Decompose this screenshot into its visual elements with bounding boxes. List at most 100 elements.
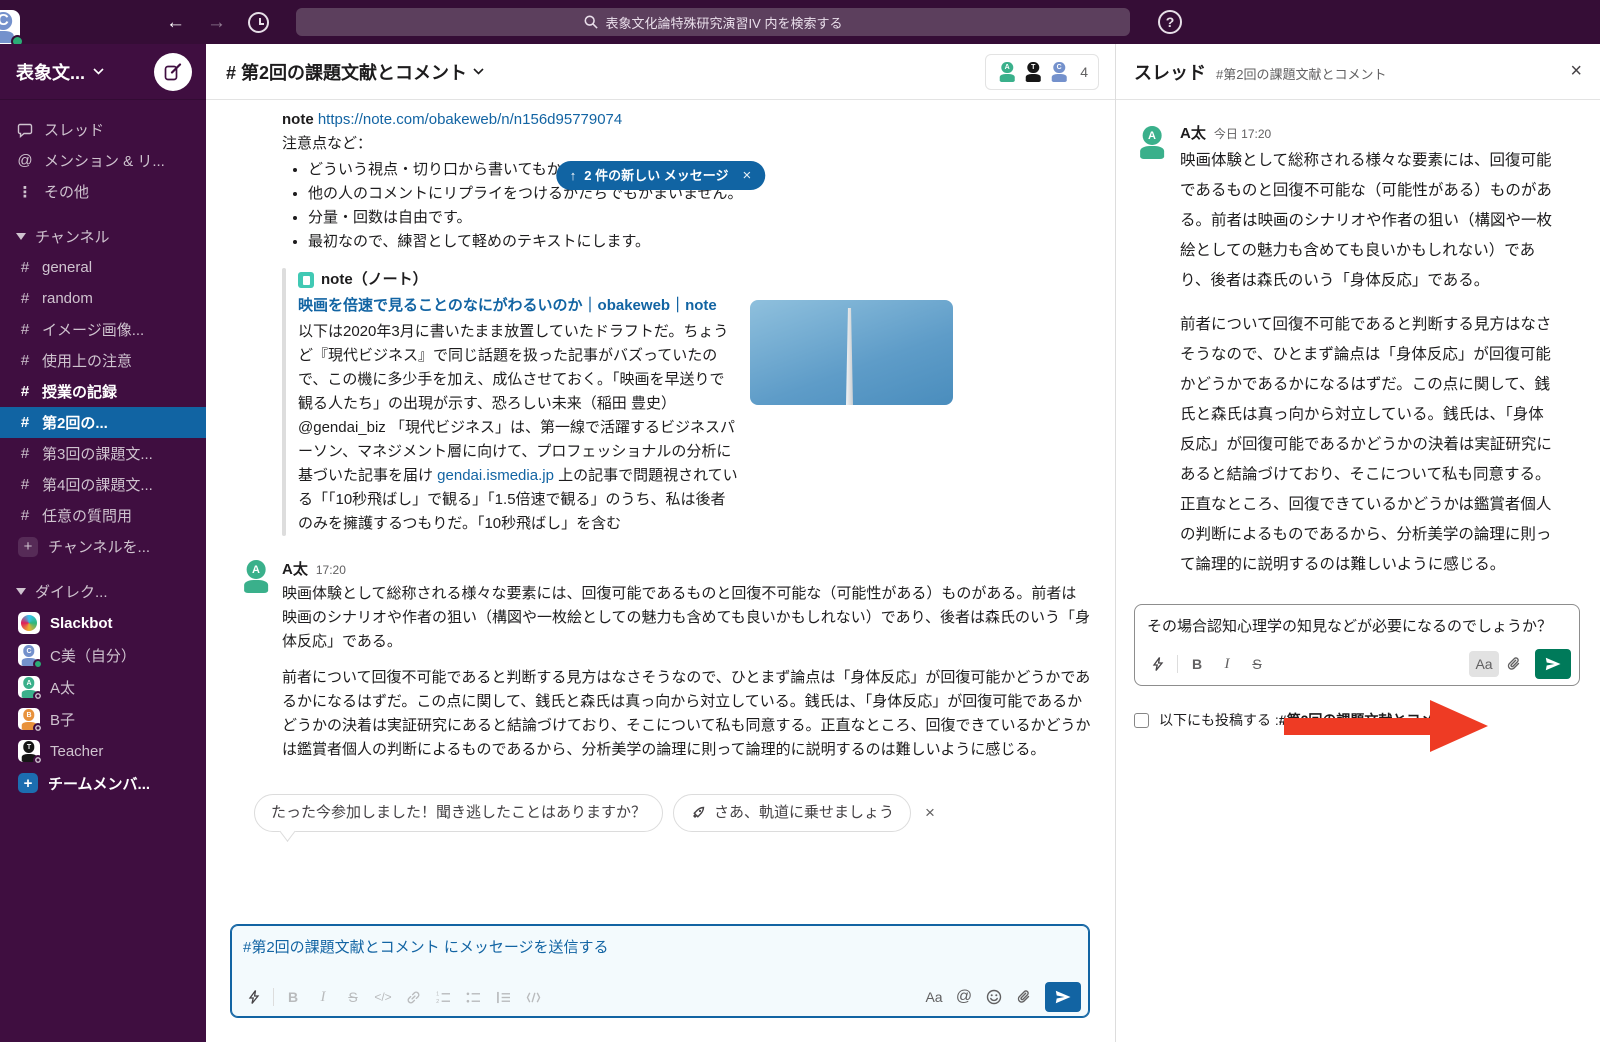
sidebar-channel-session4[interactable]: #第4回の課題文... xyxy=(0,469,206,500)
italic-button[interactable]: I xyxy=(308,984,338,1010)
also-post-channel: #第2回の課題文献とコメント xyxy=(1279,712,1463,728)
channels-section-header[interactable]: チャンネル xyxy=(0,221,206,252)
attach-file-button[interactable] xyxy=(1499,651,1529,677)
channel-header: # 第2回の課題文献とコメント A T C 4 xyxy=(206,44,1115,100)
sidebar: 表象文... スレッド @ メンション & リ... ⋮ その他 チャンネル #… xyxy=(0,44,206,1042)
dismiss-banner-icon[interactable]: × xyxy=(742,164,751,188)
sidebar-channel-session3[interactable]: #第3回の課題文... xyxy=(0,438,206,469)
bold-button[interactable]: B xyxy=(278,984,308,1010)
bulleted-list-button[interactable] xyxy=(458,984,488,1010)
channel-title[interactable]: # 第2回の課題文献とコメント xyxy=(226,59,484,85)
sidebar-item-mentions[interactable]: @ メンション & リ... xyxy=(0,145,206,176)
shortcuts-lightning-icon[interactable] xyxy=(1143,651,1173,677)
link-button[interactable] xyxy=(398,984,428,1010)
dms-section-header[interactable]: ダイレク... xyxy=(0,576,206,607)
dm-teacher[interactable]: T Teacher xyxy=(0,735,206,767)
format-toggle-button[interactable]: Aa xyxy=(919,984,949,1010)
italic-button[interactable]: I xyxy=(1212,651,1242,677)
attach-file-button[interactable] xyxy=(1009,984,1039,1010)
sidebar-item-threads[interactable]: スレッド xyxy=(0,114,206,145)
sidebar-channel-random[interactable]: #random xyxy=(0,283,206,314)
also-post-checkbox[interactable] xyxy=(1134,713,1149,728)
dm-b-ko[interactable]: B B子 xyxy=(0,703,206,735)
mention-button[interactable]: @ xyxy=(949,984,979,1010)
dm-slackbot[interactable]: Slackbot xyxy=(0,607,206,639)
help-button[interactable]: ? xyxy=(1158,10,1182,34)
strikethrough-button[interactable]: S xyxy=(338,984,368,1010)
format-toggle-button[interactable]: Aa xyxy=(1469,651,1499,677)
composer-input[interactable]: #第2回の課題文献とコメント にメッセージを送信する xyxy=(231,925,1089,957)
composer-toolbar: B I S </> 12 Aa @ xyxy=(231,977,1089,1017)
send-button[interactable] xyxy=(1045,982,1081,1012)
note-url-link[interactable]: https://note.com/obakeweb/n/n156d9577907… xyxy=(318,111,622,128)
dm-self[interactable]: C C美（自分） xyxy=(0,639,206,671)
avatar[interactable]: A xyxy=(238,558,274,594)
chevron-down-icon xyxy=(473,68,484,75)
message-a-ta: A A太 17:20 映画体験として総称される様々な要素には、回復可能であるもの… xyxy=(282,558,1091,762)
history-clock-icon[interactable] xyxy=(248,12,269,33)
avatar: B xyxy=(18,708,40,730)
send-reply-button[interactable] xyxy=(1535,649,1571,679)
member-avatar: A xyxy=(996,61,1018,83)
main-pane: # 第2回の課題文献とコメント A T C 4 ↑ 2 件の新しい メッセージ … xyxy=(206,44,1115,1042)
message-author[interactable]: A太 xyxy=(282,558,308,582)
add-teammates-button[interactable]: + チームメンバ... xyxy=(0,767,206,799)
shortcuts-lightning-icon[interactable] xyxy=(239,984,269,1010)
reply-input[interactable]: その場合認知心理学の知見などが必要になるのでしょうか？ xyxy=(1135,605,1579,643)
new-messages-banner[interactable]: ↑ 2 件の新しい メッセージ × xyxy=(556,161,765,190)
svg-text:1: 1 xyxy=(436,991,439,997)
emoji-button[interactable] xyxy=(979,984,1009,1010)
avatar: T xyxy=(18,740,40,762)
sidebar-channel-image[interactable]: #イメージ画像... xyxy=(0,314,206,345)
ordered-list-button[interactable]: 12 xyxy=(428,984,458,1010)
dismiss-suggestions-icon[interactable]: × xyxy=(925,801,935,825)
message-timestamp[interactable]: 17:20 xyxy=(316,558,346,582)
sidebar-channel-class-record[interactable]: #授業の記録 xyxy=(0,376,206,407)
strikethrough-button[interactable]: S xyxy=(1242,651,1272,677)
suggestion-pill-1[interactable]: たった今参加しました！聞き逃したことはありますか？ xyxy=(254,794,663,832)
search-input[interactable]: 表象文化論特殊研究演習IV 内を検索する xyxy=(296,8,1130,36)
caret-down-icon xyxy=(16,233,26,240)
sidebar-channel-general[interactable]: #general xyxy=(0,252,206,283)
message-text-intro: 注意点など： xyxy=(282,132,1091,156)
add-channel-button[interactable]: +チャンネルを... xyxy=(0,531,206,562)
dm-a-ta[interactable]: A A太 xyxy=(0,671,206,703)
gendai-link[interactable]: gendai.ismedia.jp xyxy=(437,467,554,484)
code-block-button[interactable] xyxy=(518,984,548,1010)
plus-icon: + xyxy=(18,537,38,557)
avatar[interactable]: A xyxy=(1134,124,1170,160)
attachment-provider: note（ノート） xyxy=(321,268,428,292)
sidebar-channel-questions[interactable]: #任意の質問用 xyxy=(0,500,206,531)
close-thread-icon[interactable]: × xyxy=(1570,60,1582,83)
channel-members-button[interactable]: A T C 4 xyxy=(985,54,1099,90)
plus-icon: + xyxy=(18,773,38,793)
history-back-button[interactable]: ← xyxy=(166,13,185,32)
blockquote-button[interactable] xyxy=(488,984,518,1010)
message-author[interactable]: A太 xyxy=(1180,124,1206,144)
sidebar-channel-usage-notes[interactable]: #使用上の注意 xyxy=(0,345,206,376)
history-forward-button[interactable]: → xyxy=(207,13,226,32)
sidebar-item-more[interactable]: ⋮ その他 xyxy=(0,176,206,207)
avatar: C xyxy=(18,644,40,666)
attachment-thumbnail-image[interactable] xyxy=(750,300,953,405)
workspace-header[interactable]: 表象文... xyxy=(0,44,206,100)
sidebar-channel-session2-selected[interactable]: #第2回の... xyxy=(0,407,206,438)
message-text-note-link: note https://note.com/obakeweb/n/n156d95… xyxy=(282,108,1091,132)
thread-channel-name[interactable]: #第2回の課題文献とコメント xyxy=(1216,64,1386,83)
thread-title: スレッド xyxy=(1134,59,1206,85)
user-avatar[interactable]: C xyxy=(0,10,20,44)
code-button[interactable]: </> xyxy=(368,984,398,1010)
thread-panel: スレッド #第2回の課題文献とコメント × A A太 今日 17:20 映画体験… xyxy=(1115,44,1600,1042)
thread-body: A A太 今日 17:20 映画体験として総称される様々な要素には、回復可能であ… xyxy=(1116,100,1600,730)
online-dot xyxy=(33,659,43,669)
caret-down-icon xyxy=(16,588,26,595)
new-message-button[interactable] xyxy=(154,53,192,91)
message-timestamp[interactable]: 今日 17:20 xyxy=(1214,124,1271,144)
suggestion-pill-2[interactable]: さあ、軌道に乗せましょう xyxy=(673,794,911,832)
bold-button[interactable]: B xyxy=(1182,651,1212,677)
attachment-title-link[interactable]: 映画を倍速で見ることのなにがわるいのか｜obakeweb｜note xyxy=(298,294,738,318)
thread-reply-composer[interactable]: その場合認知心理学の知見などが必要になるのでしょうか？ B I S Aa xyxy=(1134,604,1580,686)
message-composer[interactable]: #第2回の課題文献とコメント にメッセージを送信する B I S </> 12 … xyxy=(230,924,1090,1018)
rocket-icon xyxy=(690,805,706,821)
member-count: 4 xyxy=(1080,64,1088,80)
